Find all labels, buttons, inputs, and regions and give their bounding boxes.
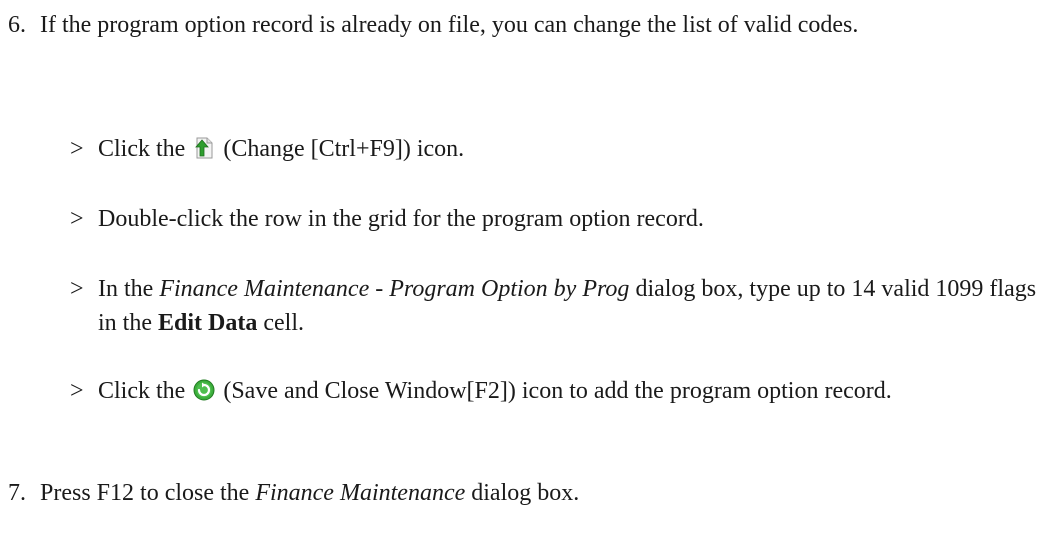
arrow-bullet: > bbox=[70, 276, 84, 302]
substep-text-pre: In the bbox=[98, 276, 154, 302]
change-icon bbox=[195, 137, 213, 159]
substep-text-pre: Click the bbox=[98, 136, 186, 162]
arrow-bullet: > bbox=[70, 136, 84, 162]
step-number: 7. bbox=[8, 480, 26, 506]
substep-text: Click the (Save and Close Window[F2]) ic… bbox=[98, 374, 1055, 408]
step-text-pre: Press F12 to close the bbox=[40, 480, 250, 506]
step-text-post: dialog box. bbox=[471, 480, 580, 506]
substep-text-post: cell. bbox=[263, 310, 304, 336]
substep-text-post: (Change [Ctrl+F9]) icon. bbox=[223, 136, 465, 162]
save-close-icon bbox=[193, 379, 215, 401]
substep-text-pre: Click the bbox=[98, 378, 186, 404]
substep-click-change: > Click the (Change [Ctrl+F9]) icon. bbox=[70, 132, 1055, 166]
substep-text: In the Finance Maintenance - Program Opt… bbox=[98, 272, 1055, 340]
step-7: 7. Press F12 to close the Finance Mainte… bbox=[8, 476, 1053, 510]
dialog-name: Finance Maintenance - Program Option by … bbox=[159, 276, 630, 302]
substep-text-post: (Save and Close Window[F2]) icon to add … bbox=[223, 378, 892, 404]
arrow-bullet: > bbox=[70, 378, 84, 404]
step-text: If the program option record is already … bbox=[40, 12, 859, 38]
substep-type-flags: > In the Finance Maintenance - Program O… bbox=[70, 272, 1055, 340]
dialog-name: Finance Maintenance bbox=[255, 480, 466, 506]
arrow-bullet: > bbox=[70, 206, 84, 232]
step-text: Press F12 to close the Finance Maintenan… bbox=[40, 476, 1053, 510]
step-6: 6. If the program option record is alrea… bbox=[8, 8, 1053, 42]
step-number: 6. bbox=[8, 12, 26, 38]
substep-text: Click the (Change [Ctrl+F9]) icon. bbox=[98, 132, 1055, 166]
substep-text: Double-click the row in the grid for the… bbox=[98, 206, 704, 232]
substep-save-close: > Click the (Save and Close Window[F2]) … bbox=[70, 374, 1055, 408]
substep-double-click: > Double-click the row in the grid for t… bbox=[70, 202, 1055, 236]
cell-name: Edit Data bbox=[158, 310, 258, 336]
